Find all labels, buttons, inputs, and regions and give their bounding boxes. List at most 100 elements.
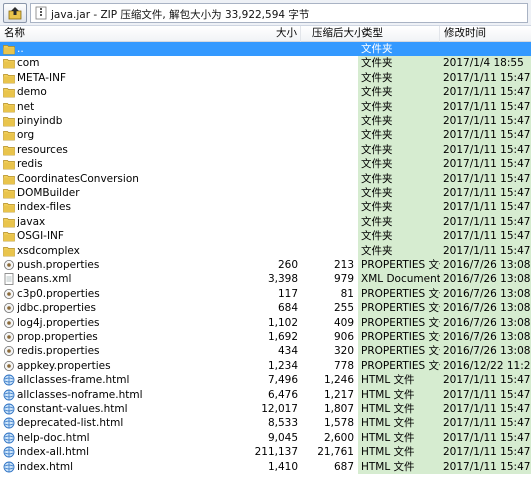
up-folder-button[interactable] [3,3,27,23]
file-size [246,42,298,56]
file-row[interactable]: push.properties 260 213 PROPERTIES 文件2016/7… [0,258,531,273]
file-row[interactable]: resources 文件夹 2017/1/11 15:47 [0,142,531,158]
file-name: OSGI-INF [17,230,64,243]
file-row[interactable]: xsdcomplex 文件夹 2017/1/11 15:47 [0,243,531,258]
file-row[interactable]: index-all.html 211,137 21,761 HTML 文件 2017/1… [0,445,531,460]
file-type: 文件夹 [358,42,440,57]
file-type: 文件夹 [358,114,440,129]
file-modified: 2017/1/11 15:47 [440,186,531,201]
column-modified-header[interactable]: 修改时间 [440,26,531,42]
file-row[interactable]: deprecated-list.html 8,533 1,578 HTML 文件 201… [0,416,531,431]
file-modified: 2017/1/11 15:47 [440,387,531,402]
file-type: 文件夹 [358,229,440,244]
file-packed-size [302,85,354,99]
column-name-header[interactable]: 名称 [0,26,301,42]
html-file-icon [3,389,15,401]
file-modified: 2017/1/11 15:47 [440,229,531,244]
file-row[interactable]: OSGI-INF 文件夹 2017/1/11 15:47 [0,229,531,244]
folder-icon [3,72,15,84]
html-file-icon [3,432,15,444]
file-size [246,100,298,114]
file-packed-size: 687 [333,460,354,473]
file-modified: 2017/1/11 15:47 [440,114,531,129]
column-header: 名称 大小 压缩后大小 类型 修改时间 [0,26,531,42]
file-row[interactable]: allclasses-noframe.html 6,476 1,217 HTML 文件… [0,387,531,402]
file-row[interactable]: c3p0.properties 117 81 PROPERTIES 文件2016/7/… [0,286,531,302]
file-name: prop.properties [17,331,98,343]
file-size [246,143,298,157]
file-row[interactable]: log4j.properties 1,102 409 PROPERTIES 文件201… [0,315,531,330]
file-packed-size: 81 [340,287,354,300]
file-row[interactable]: appkey.properties 1,234 778 PROPERTIES 文件20… [0,358,531,374]
file-packed-size: 213 [333,259,354,271]
file-row[interactable]: jdbc.properties 684 255 PROPERTIES 文件2016/7… [0,301,531,316]
file-size: 12,017 [261,403,298,415]
file-type: PROPERTIES 文件 [358,358,440,374]
file-type: 文件夹 [358,85,440,100]
file-modified: 2017/1/11 15:47 [440,171,531,186]
file-row[interactable]: DOMBuilder 文件夹 2017/1/11 15:47 [0,186,531,201]
file-row[interactable]: help-doc.html 9,045 2,600 HTML 文件 2017/1/11 … [0,430,531,446]
file-packed-size [302,244,354,258]
file-row[interactable]: CoordinatesConversion 文件夹 2017/1/11 15:47 [0,171,531,186]
file-name: beans.xml [17,273,72,286]
file-name: push.properties [17,259,100,271]
file-modified [440,42,531,57]
up-arrow-icon [8,7,22,20]
file-type: HTML 文件 [358,416,440,431]
file-row[interactable]: pinyindb 文件夹 2017/1/11 15:47 [0,114,531,129]
file-row[interactable]: allclasses-frame.html 7,496 1,246 HTML 文件 20… [0,373,531,388]
file-row[interactable]: com 文件夹 2017/1/4 18:55 [0,56,531,71]
file-row[interactable]: META-INF 文件夹 2017/1/11 15:47 [0,70,531,86]
file-type: PROPERTIES 文件 [358,330,440,345]
file-packed-size [302,186,354,200]
file-row[interactable]: index-files 文件夹 2017/1/11 15:47 [0,200,531,215]
file-size [246,215,298,229]
file-packed-size: 320 [333,345,354,358]
file-modified: 2017/1/11 15:47 [440,214,531,230]
file-row[interactable]: constant-values.html 12,017 1,807 HTML 文件 20… [0,402,531,417]
file-modified: 2016/7/26 13:08 [440,286,531,302]
file-name: com [17,57,40,70]
html-file-icon [3,461,15,473]
file-type: PROPERTIES 文件 [358,315,440,330]
file-size [246,186,298,200]
address-field[interactable]: java.jar - ZIP 压缩文件, 解包大小为 33,922,594 字节 [30,3,528,23]
file-row[interactable]: demo 文件夹 2017/1/11 15:47 [0,85,531,100]
file-packed-size [302,157,354,171]
file-row[interactable]: .. 文件夹 [0,42,531,57]
file-name: redis [17,158,43,171]
file-name: xsdcomplex [17,244,80,257]
column-packed-header[interactable]: 压缩后大小 [312,26,365,41]
file-row[interactable]: beans.xml 3,398 979 XML Document 2016/7/26 1… [0,272,531,287]
file-packed-size [302,229,354,243]
file-name: deprecated-list.html [17,417,124,430]
properties-file-icon [3,259,15,271]
properties-file-icon [3,345,15,357]
file-row[interactable]: redis 文件夹 2017/1/11 15:47 [0,157,531,172]
file-row[interactable]: net 文件夹 2017/1/11 15:47 [0,99,531,114]
properties-file-icon [3,360,15,372]
file-type: 文件夹 [358,70,440,86]
file-modified: 2016/7/26 13:08 [440,344,531,359]
html-file-icon [3,417,15,429]
file-modified: 2016/7/26 13:08 [440,330,531,345]
folder-up-icon [3,43,15,55]
file-size: 1,234 [267,359,298,372]
file-packed-size: 1,246 [323,374,354,387]
file-row[interactable]: prop.properties 1,692 906 PROPERTIES 文件2016… [0,330,531,345]
file-name: constant-values.html [17,403,128,415]
file-row[interactable]: redis.properties 434 320 PROPERTIES 文件2016/… [0,344,531,359]
file-row[interactable]: org 文件夹 2017/1/11 15:47 [0,128,531,143]
file-size: 1,102 [267,316,298,329]
file-name: pinyindb [17,115,63,127]
column-type-header[interactable]: 类型 [358,26,440,42]
column-size-header[interactable]: 大小 [276,26,297,41]
file-row[interactable]: index.html 1,410 687 HTML 文件 2017/1/11 15:47 [0,459,531,474]
file-size: 434 [277,345,298,358]
properties-file-icon [3,331,15,343]
file-modified: 2017/1/11 15:47 [440,373,531,388]
file-size [246,229,298,243]
file-row[interactable]: javax 文件夹 2017/1/11 15:47 [0,214,531,230]
properties-file-icon [3,317,15,329]
